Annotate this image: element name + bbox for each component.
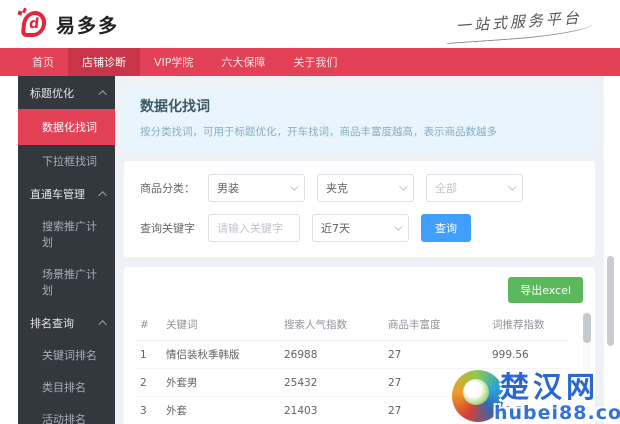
- left-gutter: [0, 76, 18, 424]
- keyword-input[interactable]: [208, 214, 300, 242]
- cell-keyword: 外套: [162, 396, 280, 424]
- sidebar-item-data-find-words[interactable]: 数据化找词: [18, 109, 115, 145]
- results-table-card: 导出excel # 关键词 搜索人气指数 商品丰富度 词推荐指数 1 情侣装秋季…: [124, 267, 595, 424]
- page-title: 数据化找词: [140, 99, 210, 115]
- col-header-popularity: 搜索人气指数: [280, 311, 384, 341]
- slogan-text: 一站式服务平台: [445, 3, 593, 45]
- right-gutter: [604, 76, 620, 424]
- sidebar: 标题优化 数据化找词 下拉框找词 直通车管理 搜索推广计划 场景推广计划 排名查…: [18, 76, 115, 424]
- nav-item-about[interactable]: 关于我们: [279, 48, 351, 76]
- cell-index: 999.56: [488, 340, 569, 369]
- cell-keyword: 情侣装秋季韩版: [162, 340, 280, 369]
- chevron-down-icon: [394, 222, 403, 231]
- sidebar-section-title-optimize[interactable]: 标题优化: [18, 76, 115, 109]
- cell-rank: 3: [136, 396, 162, 424]
- export-excel-button[interactable]: 导出excel: [508, 277, 583, 303]
- logo-text: 易多多: [56, 14, 120, 37]
- chevron-up-icon: [98, 320, 107, 329]
- selected-value: 男装: [217, 182, 239, 195]
- sidebar-item-keyword-rank[interactable]: 关键词排名: [18, 339, 115, 371]
- sidebar-item-activity-rank[interactable]: 活动排名: [18, 403, 115, 424]
- category-select-level1[interactable]: 男装: [208, 174, 305, 202]
- cell-rank: 2: [136, 368, 162, 397]
- page-scrollbar-thumb[interactable]: [607, 256, 614, 346]
- section-label: 直通车管理: [30, 188, 85, 201]
- nav-item-home[interactable]: 首页: [18, 48, 68, 76]
- col-header-keyword: 关键词: [162, 311, 280, 341]
- cell-richness: 27: [384, 340, 488, 369]
- info-banner: 数据化找词 按分类找词，可用于标题优化，开车找词，商品丰富度越高，表示商品数越多: [124, 85, 595, 152]
- sidebar-item-search-promo-plan[interactable]: 搜索推广计划: [18, 210, 115, 258]
- category-label: 商品分类：: [140, 182, 195, 195]
- app-logo[interactable]: d 易多多: [17, 7, 120, 39]
- filter-form: 商品分类： 男装 夹克 全部 查询关键字 近7天: [124, 161, 595, 257]
- main-nav: 首页 店铺诊断 VIP学院 六大保障 关于我们: [0, 48, 620, 76]
- top-header: d 易多多 一站式服务平台: [0, 0, 620, 48]
- sidebar-section-rank-query[interactable]: 排名查询: [18, 306, 115, 339]
- cell-rank: 1: [136, 340, 162, 369]
- table-row[interactable]: 2 外套男 25432 27 941.93: [136, 368, 569, 397]
- keywords-table: # 关键词 搜索人气指数 商品丰富度 词推荐指数 1 情侣装秋季韩版 26988…: [136, 311, 569, 424]
- nav-item-vip-academy[interactable]: VIP学院: [140, 48, 207, 76]
- table-row[interactable]: 3 外套 21403 27 792.70: [136, 396, 569, 424]
- keyword-label: 查询关键字: [140, 222, 195, 235]
- page-description: 按分类找词，可用于标题优化，开车找词，商品丰富度越高，表示商品数越多: [140, 126, 497, 138]
- sidebar-item-category-rank[interactable]: 类目排名: [18, 371, 115, 403]
- section-label: 排名查询: [30, 317, 74, 330]
- search-button[interactable]: 查询: [421, 214, 471, 242]
- main-content: 数据化找词 按分类找词，可用于标题优化，开车找词，商品丰富度越高，表示商品数越多…: [115, 76, 604, 424]
- cell-richness: 27: [384, 396, 488, 424]
- category-select-level3[interactable]: 全部: [426, 174, 523, 202]
- chevron-up-icon: [98, 90, 107, 99]
- cell-popularity: 21403: [280, 396, 384, 424]
- chevron-down-icon: [290, 182, 299, 191]
- table-row[interactable]: 1 情侣装秋季韩版 26988 27 999.56: [136, 340, 569, 369]
- date-range-select[interactable]: 近7天: [312, 214, 409, 242]
- category-select-level2[interactable]: 夹克: [317, 174, 414, 202]
- col-header-rank: #: [136, 311, 162, 341]
- cell-index: 941.93: [488, 368, 569, 397]
- cell-keyword: 外套男: [162, 368, 280, 397]
- nav-item-guarantees[interactable]: 六大保障: [207, 48, 279, 76]
- section-label: 标题优化: [30, 87, 74, 100]
- logo-d-icon: d: [17, 7, 48, 39]
- nav-item-shop-diagnosis[interactable]: 店铺诊断: [68, 48, 140, 76]
- chevron-down-icon: [508, 182, 517, 191]
- selected-value: 夹克: [326, 182, 348, 195]
- selected-value: 近7天: [321, 222, 350, 235]
- cell-richness: 27: [384, 368, 488, 397]
- chevron-up-icon: [98, 191, 107, 200]
- chevron-down-icon: [399, 182, 408, 191]
- cell-index: 792.70: [488, 396, 569, 424]
- table-header-row: # 关键词 搜索人气指数 商品丰富度 词推荐指数: [136, 311, 569, 341]
- table-scrollbar[interactable]: [583, 311, 591, 424]
- sidebar-item-scene-promo-plan[interactable]: 场景推广计划: [18, 258, 115, 306]
- cell-popularity: 25432: [280, 368, 384, 397]
- table-scrollbar-thumb[interactable]: [583, 313, 591, 343]
- sidebar-section-train-manage[interactable]: 直通车管理: [18, 177, 115, 210]
- col-header-index: 词推荐指数: [488, 311, 569, 341]
- cell-popularity: 26988: [280, 340, 384, 369]
- col-header-richness: 商品丰富度: [384, 311, 488, 341]
- selected-value: 全部: [435, 182, 457, 195]
- sidebar-item-dropdown-find-words[interactable]: 下拉框找词: [18, 145, 115, 177]
